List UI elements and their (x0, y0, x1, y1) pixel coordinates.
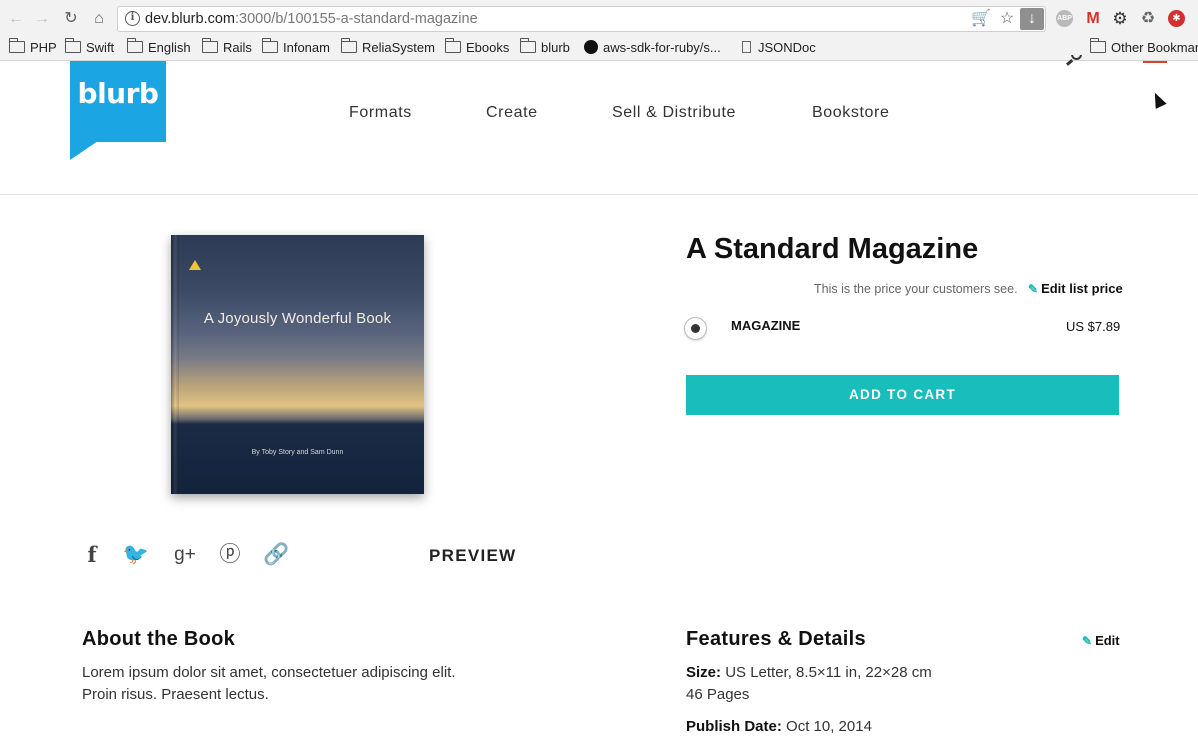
bookmark-swift[interactable]: Swift (64, 37, 114, 57)
format-radio[interactable] (684, 317, 707, 340)
about-heading: About the Book (82, 628, 236, 650)
cart-icon[interactable]: 🛒 (968, 7, 994, 31)
book-cover[interactable]: A Joyously Wonderful Book By Toby Story … (171, 235, 424, 494)
folder-icon (340, 38, 357, 53)
reload-icon[interactable]: ↻ (61, 9, 81, 29)
blurb-logo[interactable]: blurb (70, 61, 166, 142)
add-to-cart-button[interactable]: ADD TO CART (686, 375, 1119, 415)
publish-detail: Publish Date: Oct 10, 2014 (686, 718, 872, 735)
bookmark-other[interactable]: Other Bookmar (1089, 37, 1198, 57)
facebook-icon[interactable]: f (82, 543, 102, 567)
about-body: Lorem ipsum dolor sit amet, consectetuer… (82, 662, 456, 706)
folder-icon (201, 38, 218, 53)
bookmark-aws-sdk[interactable]: aws-sdk-for-ruby/s... (584, 37, 721, 57)
bookmark-php[interactable]: PHP (8, 37, 57, 57)
edit-list-price-link[interactable]: ✎ Edit list price (1028, 281, 1123, 296)
gear-icon[interactable]: ⚙ (1110, 9, 1130, 29)
cart-indicator[interactable] (1143, 61, 1167, 63)
pencil-icon: ✎ (1082, 634, 1093, 648)
features-heading: Features & Details (686, 628, 866, 650)
cover-title: A Joyously Wonderful Book (203, 310, 392, 327)
warning-icon (189, 260, 201, 270)
preview-button[interactable]: PREVIEW (429, 546, 517, 566)
nav-create[interactable]: Create (486, 104, 538, 122)
format-label: MAGAZINE (731, 318, 801, 333)
url-text[interactable]: dev.blurb.com:3000/b/100155-a-standard-m… (145, 11, 478, 27)
publish-value: Oct 10, 2014 (786, 718, 872, 735)
link-icon[interactable]: 🔗 (263, 543, 289, 567)
folder-icon (444, 38, 461, 53)
product-title: A Standard Magazine (686, 233, 979, 265)
pages-detail: 46 Pages (686, 686, 750, 703)
folder-icon (64, 38, 81, 53)
download-icon[interactable]: ↓ (1020, 8, 1044, 30)
browser-chrome: ← → ↻ ⌂ i dev.blurb.com:3000/b/100155-a-… (0, 0, 1198, 61)
publish-label: Publish Date: (686, 718, 782, 735)
cover-author: By Toby Story and Sam Dunn (251, 449, 344, 456)
about-line: Lorem ipsum dolor sit amet, consectetuer… (82, 664, 456, 681)
bookmark-reliasystem[interactable]: ReliaSystem (340, 37, 435, 57)
back-icon[interactable]: ← (6, 9, 26, 29)
info-icon[interactable]: i (125, 11, 140, 26)
folder-icon (1089, 38, 1106, 53)
adblock-icon[interactable]: ABP (1056, 10, 1073, 27)
price-note: This is the price your customers see. (814, 282, 1018, 296)
edit-features-link[interactable]: ✎ Edit (1082, 633, 1120, 648)
logo-flag-tail (70, 141, 98, 160)
url-host: dev.blurb.com (145, 11, 235, 27)
bookmark-english[interactable]: English (126, 37, 191, 57)
logo-text: blurb (77, 77, 159, 110)
star-icon[interactable]: ☆ (994, 7, 1020, 31)
bookmarks-bar: PHP Swift English Rails Infonam ReliaSys… (0, 37, 1198, 57)
nav-formats[interactable]: Formats (349, 104, 412, 122)
gmail-icon[interactable]: M (1083, 9, 1103, 29)
nav-bookstore[interactable]: Bookstore (812, 104, 889, 122)
lastpass-icon[interactable]: ✱ (1168, 10, 1185, 27)
address-bar[interactable]: i dev.blurb.com:3000/b/100155-a-standard… (117, 6, 1046, 32)
site-header: blurb Formats Create Sell & Distribute B… (0, 55, 1198, 195)
folder-icon (519, 38, 536, 53)
recycle-icon[interactable]: ♻ (1138, 9, 1158, 29)
size-value: US Letter, 8.5×11 in, 22×28 cm (725, 664, 932, 681)
folder-icon (126, 38, 143, 53)
folder-icon (8, 38, 25, 53)
format-price: US $7.89 (1066, 319, 1121, 334)
google-plus-icon[interactable]: g+ (172, 543, 198, 567)
size-detail: Size: US Letter, 8.5×11 in, 22×28 cm (686, 664, 932, 681)
bookmark-jsondoc[interactable]: JSONDoc (742, 37, 816, 57)
bookmark-rails[interactable]: Rails (201, 37, 252, 57)
size-label: Size: (686, 664, 722, 681)
search-icon[interactable] (1065, 55, 1083, 69)
pencil-icon: ✎ (1028, 282, 1039, 296)
url-path: :3000/b/100155-a-standard-magazine (235, 11, 478, 27)
forward-icon[interactable]: → (32, 9, 52, 29)
folder-icon (261, 38, 278, 53)
pinterest-icon[interactable]: ⓟ (218, 543, 242, 567)
nav-sell-distribute[interactable]: Sell & Distribute (612, 104, 736, 122)
bookmark-blurb[interactable]: blurb (519, 37, 570, 57)
home-icon[interactable]: ⌂ (89, 9, 109, 29)
page-icon (742, 41, 751, 53)
bookmark-infonam[interactable]: Infonam (261, 37, 330, 57)
github-icon (584, 40, 598, 54)
twitter-icon[interactable]: 🐦 (122, 543, 150, 567)
bookmark-ebooks[interactable]: Ebooks (444, 37, 509, 57)
about-line: Proin risus. Praesent lectus. (82, 686, 269, 703)
